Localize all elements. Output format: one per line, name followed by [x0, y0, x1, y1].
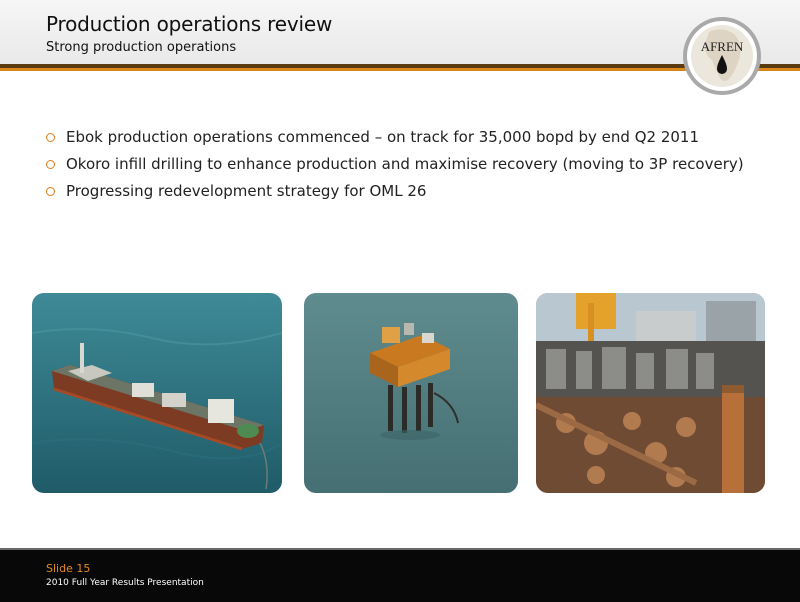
bullet-marker	[46, 133, 55, 142]
bullet-item: Ebok production operations commenced – o…	[46, 124, 744, 151]
fpso-vessel-photo	[32, 293, 282, 493]
bullet-list: Ebok production operations commenced – o…	[46, 124, 744, 205]
bullet-item: Okoro infill drilling to enhance product…	[46, 151, 744, 178]
slide-footer: Slide 15 2010 Full Year Results Presenta…	[0, 548, 800, 602]
bullet-item: Progressing redevelopment strategy for O…	[46, 178, 744, 205]
page-title: Production operations review	[46, 12, 333, 36]
svg-text:AFREN: AFREN	[701, 39, 744, 54]
platform-deck-equipment-photo	[536, 293, 765, 493]
slide-number: Slide 15	[46, 562, 91, 575]
bullet-marker	[46, 187, 55, 196]
bullet-marker	[46, 160, 55, 169]
header-rule-orange	[0, 68, 800, 71]
presentation-title: 2010 Full Year Results Presentation	[46, 578, 204, 588]
offshore-platform-photo	[304, 293, 518, 493]
slide-header: Production operations review Strong prod…	[0, 0, 800, 64]
page-subtitle: Strong production operations	[46, 40, 237, 55]
afren-logo: AFREN	[683, 17, 761, 95]
